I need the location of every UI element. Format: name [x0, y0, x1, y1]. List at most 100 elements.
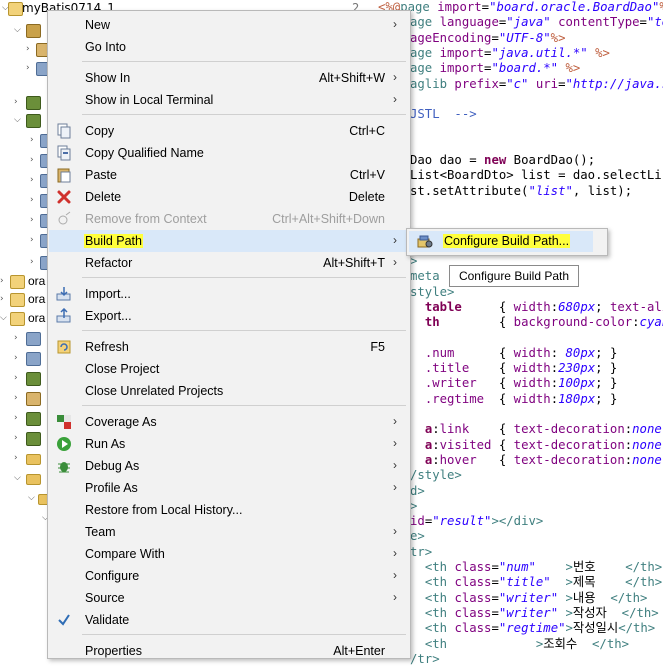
code-token: =	[558, 77, 565, 91]
package-icon	[26, 24, 41, 38]
collapse-icon[interactable]: ⌵	[0, 313, 10, 323]
expand-icon[interactable]: ›	[30, 155, 40, 165]
collapse-icon[interactable]: ⌵	[14, 115, 24, 125]
code-token: "c"	[506, 77, 528, 91]
expand-icon[interactable]: ›	[26, 63, 36, 73]
expand-icon[interactable]: ›	[14, 373, 24, 383]
menu-item-close-project[interactable]: Close Project	[49, 358, 409, 380]
menu-item-coverage-as[interactable]: Coverage As›	[49, 411, 409, 433]
code-line: id="result"></div>	[410, 514, 543, 529]
code-token: style>	[410, 285, 454, 299]
menu-item-import[interactable]: Import...	[49, 283, 409, 305]
library-icon	[26, 432, 41, 446]
expand-icon[interactable]: ›	[26, 44, 36, 54]
menu-item-source[interactable]: Source›	[49, 587, 409, 609]
code-token	[410, 422, 425, 436]
code-token: st.setAttribute(	[410, 184, 528, 198]
expand-icon[interactable]: ›	[30, 195, 40, 205]
code-token: , list);	[573, 184, 632, 198]
code-token: <th	[425, 591, 455, 605]
menu-separator	[82, 405, 406, 406]
code-token: {	[462, 300, 514, 314]
code-line: table { width:680px; text-ali	[410, 300, 663, 315]
expand-icon[interactable]: ›	[14, 433, 24, 443]
expand-icon[interactable]: ›	[14, 97, 24, 107]
code-line: aglib prefix="c" uri="http://java.su	[410, 77, 663, 92]
menu-item-new[interactable]: New›	[49, 14, 409, 36]
code-token: text-decoration	[514, 438, 625, 452]
code-token: background-color	[514, 315, 632, 329]
code-token: aglib	[410, 77, 454, 91]
expand-icon[interactable]: ›	[14, 393, 24, 403]
expand-icon[interactable]: ›	[14, 353, 24, 363]
project-icon	[8, 2, 23, 16]
menu-item-shortcut: Ctrl+Alt+Shift+Down	[272, 212, 385, 226]
code-token: >	[566, 575, 573, 589]
code-token: width	[514, 346, 551, 360]
menu-item-debug-as[interactable]: Debug As›	[49, 455, 409, 477]
code-token: text-decoration	[514, 453, 625, 467]
menu-item-delete[interactable]: DeleteDelete	[49, 186, 409, 208]
menu-item-validate[interactable]: Validate	[49, 609, 409, 631]
menu-item-copy[interactable]: CopyCtrl+C	[49, 120, 409, 142]
expand-icon[interactable]: ›	[30, 175, 40, 185]
menu-item-profile-as[interactable]: Profile As›	[49, 477, 409, 499]
code-token: 조회수	[543, 637, 592, 651]
menu-item-paste[interactable]: PasteCtrl+V	[49, 164, 409, 186]
menu-item-restore-from-local-history[interactable]: Restore from Local History...	[49, 499, 409, 521]
code-token: age	[410, 61, 440, 75]
code-line: <th class="writer" >내용 </th>	[410, 591, 647, 606]
code-token: ; }	[595, 361, 617, 375]
code-token: %>	[551, 31, 566, 45]
collapse-icon[interactable]: ⌵	[14, 25, 24, 35]
expand-icon[interactable]: ›	[14, 453, 24, 463]
expand-icon[interactable]: ›	[0, 294, 10, 304]
code-token	[410, 315, 425, 329]
code-token: .writer	[425, 376, 477, 390]
menu-item-copy-qualified-name[interactable]: Copy Qualified Name	[49, 142, 409, 164]
menu-item-refactor[interactable]: RefactorAlt+Shift+T›	[49, 252, 409, 274]
expand-icon[interactable]: ›	[30, 135, 40, 145]
menu-item-properties[interactable]: PropertiesAlt+Enter	[49, 640, 409, 662]
code-token: 내용	[573, 591, 610, 605]
menu-item-show-in[interactable]: Show InAlt+Shift+W›	[49, 67, 409, 89]
code-token: :	[432, 453, 439, 467]
menu-item-run-as[interactable]: Run As›	[49, 433, 409, 455]
code-token	[551, 575, 566, 589]
collapse-icon[interactable]: ⌵	[28, 493, 38, 503]
expand-icon[interactable]: ›	[14, 333, 24, 343]
expand-icon[interactable]: ›	[30, 257, 40, 267]
menu-item-team[interactable]: Team›	[49, 521, 409, 543]
menu-item-show-in-local-terminal[interactable]: Show in Local Terminal›	[49, 89, 409, 111]
code-token: :	[432, 438, 439, 452]
import-icon	[56, 286, 72, 302]
menu-item-compare-with[interactable]: Compare With›	[49, 543, 409, 565]
menu-item-label: Delete	[85, 190, 121, 204]
code-line: d>	[410, 484, 425, 499]
code-token	[410, 453, 425, 467]
expand-icon[interactable]: ›	[0, 276, 10, 286]
collapse-icon[interactable]: ⌵	[14, 473, 24, 483]
code-token: =	[491, 621, 498, 635]
code-token: =	[491, 575, 498, 589]
menu-item-refresh[interactable]: RefreshF5	[49, 336, 409, 358]
code-token	[410, 637, 425, 651]
menu-item-go-into[interactable]: Go Into	[49, 36, 409, 58]
menu-item-export[interactable]: Export...	[49, 305, 409, 327]
code-token: contentType	[558, 15, 639, 29]
expand-icon[interactable]: ›	[14, 413, 24, 423]
code-token: </th>	[622, 606, 659, 620]
build-path-submenu: Configure Build Path...	[406, 228, 608, 256]
configure-build-path-menu-item[interactable]: Configure Build Path...	[409, 231, 593, 252]
expand-icon[interactable]: ›	[30, 235, 40, 245]
menu-item-configure[interactable]: Configure›	[49, 565, 409, 587]
menu-item-label: New	[85, 18, 110, 32]
code-token: "list"	[528, 184, 572, 198]
code-token: JSTL -->	[410, 107, 477, 121]
expand-icon[interactable]: ›	[30, 215, 40, 225]
menu-item-close-unrelated-projects[interactable]: Close Unrelated Projects	[49, 380, 409, 402]
code-token: </th>	[618, 621, 655, 635]
menu-item-build-path[interactable]: Build Path›	[49, 230, 409, 252]
submenu-arrow-icon: ›	[393, 568, 397, 582]
code-token: "http://java.su	[566, 77, 663, 91]
